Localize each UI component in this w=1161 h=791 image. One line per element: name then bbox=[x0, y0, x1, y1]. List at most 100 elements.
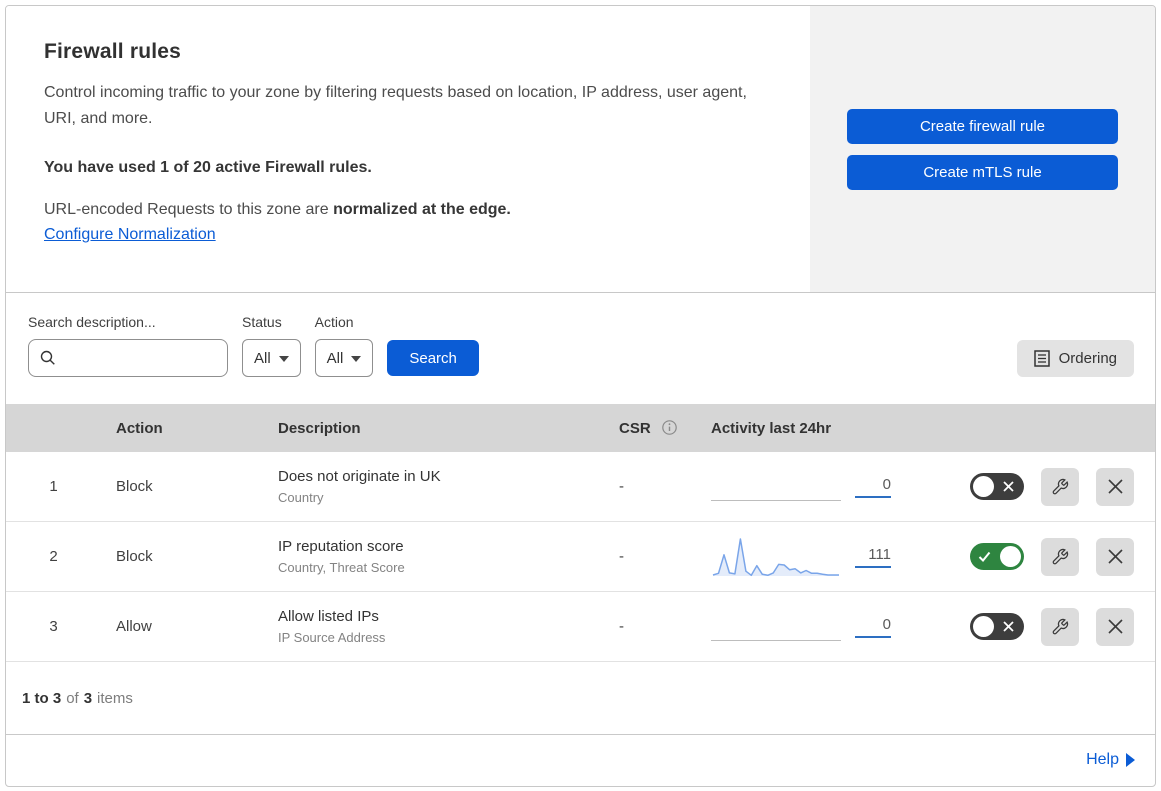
edit-rule-button[interactable] bbox=[1041, 467, 1079, 506]
page-title: Firewall rules bbox=[44, 40, 182, 63]
rule-controls bbox=[919, 537, 1155, 576]
rule-action: Allow bbox=[116, 618, 152, 635]
header-actions-panel: Create firewall rule Create mTLS rule bbox=[810, 6, 1155, 292]
activity-count-link[interactable]: 0 bbox=[855, 616, 891, 638]
action-column-header: Action bbox=[116, 419, 163, 437]
rule-enabled-toggle[interactable] bbox=[970, 613, 1024, 640]
firewall-rule-row: 1 Block Does not originate in UK Country… bbox=[6, 452, 1155, 522]
search-group: Search description... bbox=[28, 314, 228, 377]
usage-note: You have used 1 of 20 active Firewall ru… bbox=[44, 158, 372, 176]
search-button[interactable]: Search bbox=[387, 340, 479, 376]
action-dropdown-value: All bbox=[326, 349, 344, 367]
table-header-row: Action Description CSR Activity last 24h… bbox=[6, 404, 1155, 452]
header-text-block: Firewall rules Control incoming traffic … bbox=[6, 6, 810, 292]
x-icon bbox=[1003, 481, 1014, 492]
help-link[interactable]: Help bbox=[1086, 751, 1135, 769]
firewall-rules-card: Firewall rules Control incoming traffic … bbox=[5, 5, 1156, 787]
chevron-down-icon bbox=[278, 356, 289, 362]
rule-enabled-toggle[interactable] bbox=[970, 543, 1024, 570]
csr-column-header: CSR bbox=[606, 420, 686, 437]
rule-description: Allow listed IPs bbox=[278, 608, 379, 625]
search-icon bbox=[40, 350, 55, 365]
rule-controls bbox=[919, 607, 1155, 646]
action-filter-group: Action All bbox=[314, 314, 374, 377]
toggle-knob bbox=[973, 616, 994, 637]
rule-description-cell: Does not originate in UK Country bbox=[276, 468, 606, 505]
pagination-total: 3 bbox=[83, 689, 93, 707]
check-icon bbox=[978, 551, 991, 562]
ordering-list-icon bbox=[1033, 350, 1050, 367]
activity-sparkline bbox=[711, 605, 841, 649]
close-icon bbox=[1107, 549, 1123, 564]
normalization-bold: normalized at the edge. bbox=[333, 200, 511, 218]
delete-rule-button[interactable] bbox=[1096, 467, 1134, 506]
status-dropdown-value: All bbox=[254, 349, 271, 367]
delete-rule-button[interactable] bbox=[1096, 537, 1134, 576]
description-column-header: Description bbox=[278, 419, 361, 437]
edit-rule-button[interactable] bbox=[1041, 607, 1079, 646]
wrench-icon bbox=[1052, 548, 1069, 564]
rule-csr-value: - bbox=[619, 618, 624, 635]
activity-sparkline bbox=[711, 465, 841, 509]
rule-priority: 3 bbox=[49, 618, 58, 635]
pagination-range: 1 to 3 bbox=[22, 689, 62, 707]
wrench-icon bbox=[1052, 478, 1069, 494]
create-firewall-rule-button[interactable]: Create firewall rule bbox=[847, 108, 1118, 144]
rule-csr-value: - bbox=[619, 548, 624, 565]
rule-priority: 1 bbox=[49, 478, 58, 495]
rule-description-cell: Allow listed IPs IP Source Address bbox=[276, 608, 606, 645]
rule-controls bbox=[919, 467, 1155, 506]
rule-csr-value: - bbox=[619, 478, 624, 495]
configure-normalization-link[interactable]: Configure Normalization bbox=[44, 226, 216, 244]
chevron-down-icon bbox=[351, 356, 362, 362]
help-link-label: Help bbox=[1086, 750, 1119, 768]
header-section: Firewall rules Control incoming traffic … bbox=[6, 6, 1155, 293]
rule-fields: IP Source Address bbox=[278, 630, 386, 645]
help-strip: Help bbox=[6, 734, 1155, 784]
normalization-note: URL-encoded Requests to this zone are no… bbox=[44, 201, 772, 219]
chevron-right-icon bbox=[1126, 752, 1135, 767]
activity-count-link[interactable]: 111 bbox=[855, 546, 891, 568]
edit-rule-button[interactable] bbox=[1041, 537, 1079, 576]
page-description: Control incoming traffic to your zone by… bbox=[44, 84, 747, 127]
delete-rule-button[interactable] bbox=[1096, 607, 1134, 646]
rule-fields: Country bbox=[278, 490, 324, 505]
x-icon bbox=[1003, 621, 1014, 632]
pagination-items: items bbox=[97, 689, 133, 707]
ordering-button[interactable]: Ordering bbox=[1016, 340, 1134, 377]
pagination-of: of bbox=[66, 689, 79, 707]
ordering-button-label: Ordering bbox=[1058, 350, 1117, 367]
firewall-rule-row: 3 Allow Allow listed IPs IP Source Addre… bbox=[6, 592, 1155, 662]
status-dropdown[interactable]: All bbox=[242, 339, 301, 377]
activity-sparkline bbox=[712, 537, 839, 576]
toggle-knob bbox=[973, 476, 994, 497]
rule-description: IP reputation score bbox=[278, 538, 404, 555]
search-description-input[interactable] bbox=[28, 339, 228, 377]
close-icon bbox=[1107, 479, 1123, 494]
rule-description: Does not originate in UK bbox=[278, 468, 441, 485]
status-label: Status bbox=[242, 314, 282, 330]
action-label: Action bbox=[314, 314, 354, 330]
rule-priority: 2 bbox=[49, 548, 58, 565]
csr-column-label: CSR bbox=[619, 419, 651, 437]
close-icon bbox=[1107, 619, 1123, 634]
firewall-rule-row: 2 Block IP reputation score Country, Thr… bbox=[6, 522, 1155, 592]
toggle-knob bbox=[1000, 546, 1021, 567]
rule-enabled-toggle[interactable] bbox=[970, 473, 1024, 500]
rule-action: Block bbox=[116, 548, 153, 565]
search-label: Search description... bbox=[28, 314, 156, 330]
create-mtls-rule-button[interactable]: Create mTLS rule bbox=[847, 154, 1118, 190]
rule-action: Block bbox=[116, 478, 153, 495]
normalization-prefix: URL-encoded Requests to this zone are bbox=[44, 200, 334, 218]
activity-column-header: Activity last 24hr bbox=[711, 419, 832, 437]
search-box bbox=[28, 339, 228, 377]
action-dropdown[interactable]: All bbox=[314, 339, 374, 377]
wrench-icon bbox=[1052, 618, 1069, 634]
pagination-summary: 1 to 3 of 3 items bbox=[6, 662, 1155, 734]
info-icon[interactable] bbox=[662, 419, 677, 435]
status-filter-group: Status All bbox=[242, 314, 301, 377]
filter-bar: Search description... Status All Action … bbox=[6, 293, 1155, 404]
rule-activity-cell: 0 bbox=[686, 605, 919, 649]
activity-count-link[interactable]: 0 bbox=[855, 476, 891, 498]
rule-activity-cell: 0 bbox=[686, 465, 919, 509]
